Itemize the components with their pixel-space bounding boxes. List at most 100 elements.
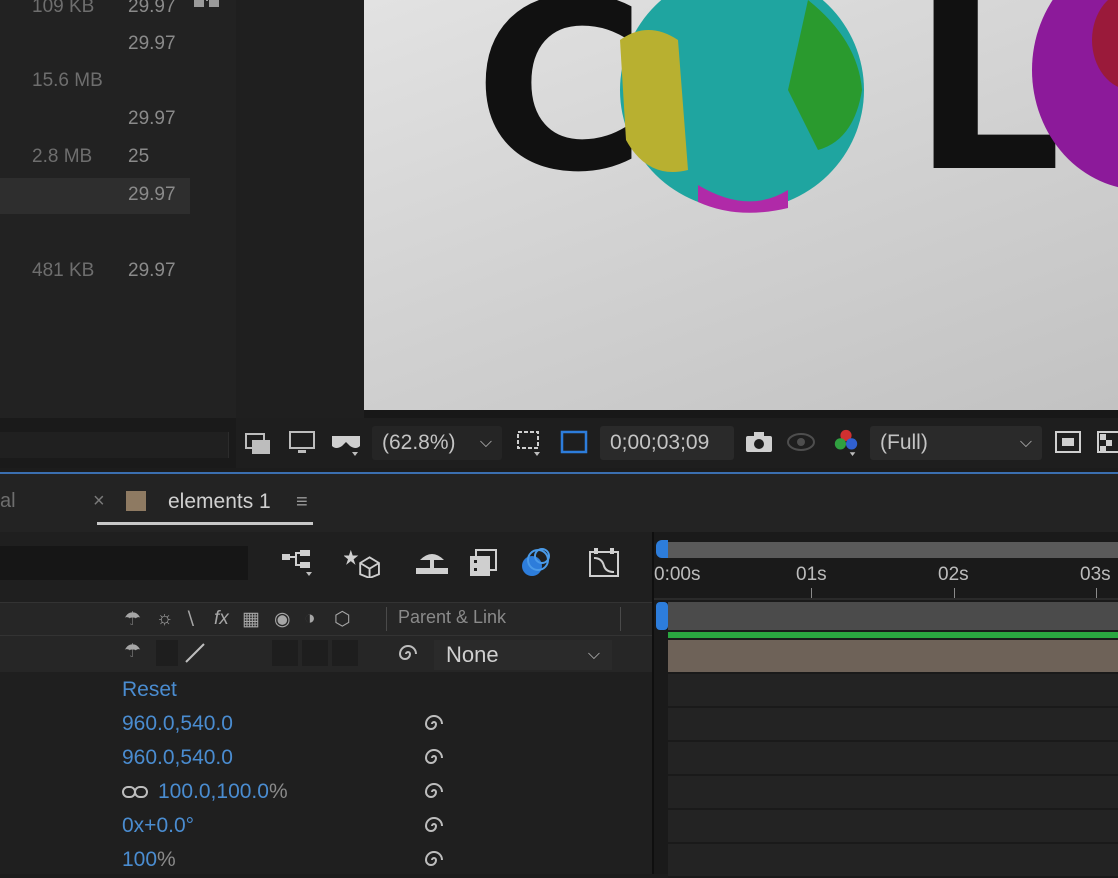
anchor-point-value[interactable]: 960.0,540.0: [122, 712, 233, 736]
parent-value: None: [446, 642, 499, 667]
shy-toggle-icon[interactable]: ☂: [124, 640, 141, 663]
rotation-value[interactable]: 0x+0.0°: [122, 814, 194, 838]
composition-flowchart-icon[interactable]: [194, 0, 220, 8]
parent-dropdown[interactable]: None ⌵: [434, 640, 612, 670]
collapse-toggle[interactable]: [156, 640, 178, 666]
motion-blur-toggle[interactable]: [272, 640, 298, 666]
project-item-row[interactable]: 481 KB 29.97: [0, 254, 236, 290]
magnification-value: (62.8%): [382, 431, 456, 454]
anchor-reset-row: Reset: [0, 674, 652, 708]
adjustment-toggle[interactable]: [302, 640, 328, 666]
property-track-row: [668, 810, 1118, 844]
panel-menu-icon[interactable]: ≡: [296, 491, 308, 514]
ruler-label: 01s: [796, 564, 827, 585]
collapse-switch-icon[interactable]: ☼: [156, 608, 173, 630]
transparency-grid-icon[interactable]: [558, 428, 590, 456]
monitor-icon[interactable]: [288, 428, 316, 456]
scale-unit: %: [268, 780, 288, 803]
property-row-opacity: 100%: [0, 844, 652, 878]
timeline-layer-panel: ☂ ☼ ∖ fx ▦ ◉ ◑ ⬡ Parent & Link ☂ None ⌵ …: [0, 532, 652, 874]
opacity-field: 100%: [122, 848, 176, 872]
region-of-interest-icon[interactable]: [514, 428, 544, 456]
frame-blend-switch-icon[interactable]: ▦: [242, 608, 260, 630]
position-value[interactable]: 960.0,540.0: [122, 746, 233, 770]
layer-duration-bar[interactable]: [668, 640, 1118, 672]
hide-shy-layers-icon[interactable]: [414, 548, 450, 578]
graph-editor-icon[interactable]: [588, 548, 620, 578]
opacity-value[interactable]: 100: [122, 848, 157, 871]
frame-rate: 29.97: [128, 108, 176, 129]
resolution-dropdown[interactable]: (Full) ⌵: [870, 426, 1042, 460]
time-ruler[interactable]: [654, 598, 1118, 600]
composition-viewer[interactable]: C L: [364, 0, 1118, 410]
property-track-row: [668, 742, 1118, 776]
timeline-track-area[interactable]: 0:00s 01s 02s 03s: [652, 532, 1118, 878]
file-size: 481 KB: [32, 260, 95, 281]
show-snapshot-icon[interactable]: [786, 428, 816, 456]
file-size: 15.6 MB: [32, 70, 103, 91]
layer-switches-header: ☂ ☼ ∖ fx ▦ ◉ ◑ ⬡ Parent & Link: [0, 602, 652, 636]
property-row-rotation: 0x+0.0°: [0, 810, 652, 844]
project-item-row[interactable]: 15.6 MB: [0, 64, 236, 100]
comp-flowchart-icon[interactable]: [280, 548, 316, 578]
color-channels-icon[interactable]: [832, 428, 860, 456]
timeline-tab-title[interactable]: elements 1: [168, 490, 271, 514]
column-separator: [620, 607, 621, 631]
frame-blending-icon[interactable]: [468, 548, 500, 578]
file-size: 109 KB: [32, 0, 95, 17]
property-row-anchor-point: 960.0,540.0: [0, 708, 652, 742]
frame-rate: 25: [128, 146, 150, 167]
always-preview-icon[interactable]: [244, 428, 274, 456]
scale-value[interactable]: 100.0,100.0: [158, 780, 269, 803]
project-panel: 109 KB 29.97 29.97 15.6 MB 29.97 2.8 MB …: [0, 0, 236, 418]
pickwhip-icon[interactable]: [422, 712, 446, 736]
property-track-row: [668, 776, 1118, 810]
close-tab-icon[interactable]: ×: [93, 490, 105, 513]
ruler-tick: [1096, 588, 1097, 598]
motion-blur-switch-icon[interactable]: ◉: [274, 608, 291, 630]
fast-previews-icon[interactable]: [1054, 428, 1082, 456]
effects-switch-icon[interactable]: fx: [214, 608, 229, 630]
3d-glasses-icon[interactable]: [330, 428, 362, 456]
pickwhip-icon[interactable]: [422, 848, 446, 872]
quality-toggle-icon[interactable]: [184, 642, 206, 664]
viewer-balloon-art: [1032, 0, 1118, 188]
project-item-row[interactable]: 2.8 MB 25: [0, 140, 236, 176]
project-item-row-selected[interactable]: 29.97: [0, 178, 190, 214]
quality-switch-icon[interactable]: ∖: [184, 608, 196, 630]
current-time-indicator[interactable]: [656, 602, 668, 630]
project-item-row[interactable]: [0, 216, 236, 252]
current-time-display[interactable]: 0;00;03;09: [600, 426, 734, 460]
3d-layer-switch-icon[interactable]: ⬡: [334, 608, 351, 630]
frame-rate: 29.97: [128, 0, 176, 17]
property-track-row: [668, 844, 1118, 878]
constrain-proportions-icon[interactable]: [122, 784, 148, 800]
checkerboard-icon[interactable]: [1096, 428, 1118, 456]
reset-link[interactable]: Reset: [122, 678, 177, 702]
chevron-down-icon: ⌵: [1019, 434, 1032, 451]
ruler-tick: [954, 588, 955, 598]
draft-3d-icon[interactable]: [344, 548, 382, 578]
pickwhip-icon[interactable]: [396, 642, 420, 666]
project-footer: [0, 418, 236, 468]
camera-snapshot-icon[interactable]: [744, 428, 774, 456]
pickwhip-icon[interactable]: [422, 780, 446, 804]
motion-blur-icon[interactable]: [520, 548, 552, 578]
layer-search-input[interactable]: [0, 546, 248, 580]
project-item-row[interactable]: 109 KB 29.97: [0, 0, 236, 26]
previous-tab-label[interactable]: al: [0, 490, 16, 513]
viewer-toolbar: (62.8%) ⌵ 0;00;03;09 (Full) ⌵: [236, 418, 1118, 468]
layer-row[interactable]: ☂ None ⌵: [0, 636, 652, 672]
magnification-dropdown[interactable]: (62.8%) ⌵: [372, 426, 502, 460]
work-area-start-handle[interactable]: [656, 540, 668, 558]
work-area-bar[interactable]: [666, 542, 1118, 558]
adjustment-layer-switch-icon[interactable]: ◑: [304, 608, 315, 630]
frame-rate: 29.97: [128, 260, 176, 281]
pickwhip-icon[interactable]: [422, 746, 446, 770]
parent-link-column-header[interactable]: Parent & Link: [398, 607, 506, 628]
pickwhip-icon[interactable]: [422, 814, 446, 838]
shy-switch-icon[interactable]: ☂: [124, 608, 141, 630]
project-item-row[interactable]: 29.97: [0, 27, 236, 63]
3d-toggle[interactable]: [332, 640, 358, 666]
project-item-row[interactable]: 29.97: [0, 102, 236, 138]
